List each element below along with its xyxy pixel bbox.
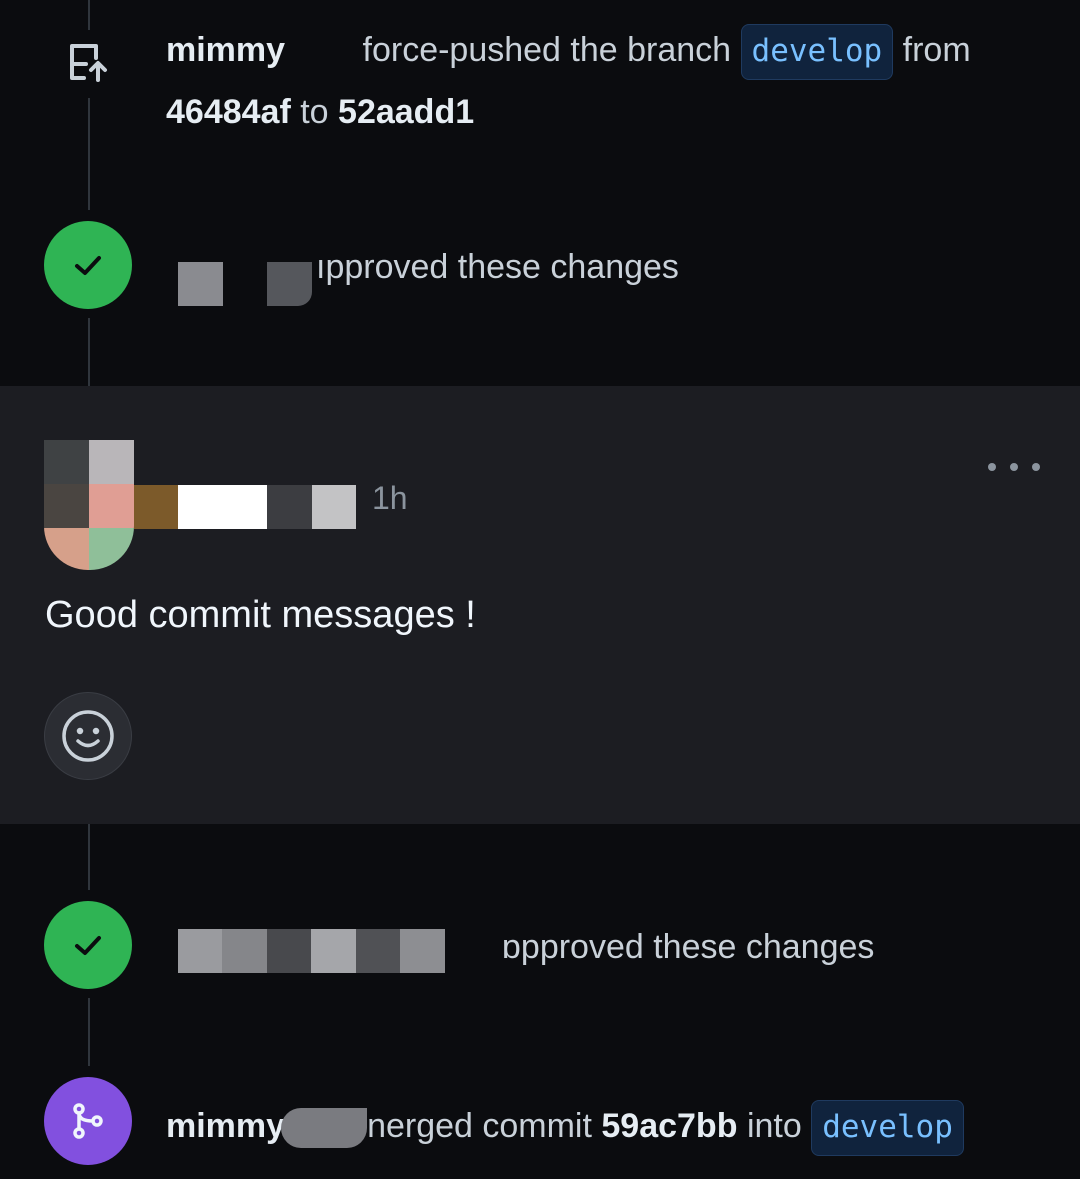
approval-text: ıpproved these changes <box>316 248 679 286</box>
comment-body: Good commit messages ! <box>45 594 476 636</box>
timeline-line <box>88 824 90 890</box>
timeline-line <box>88 318 90 386</box>
redacted-username <box>285 35 354 70</box>
force-push-line-2: 46484af to 52aadd1 <box>166 90 474 134</box>
actor-name[interactable]: mimmy <box>166 1107 285 1145</box>
to-commit-sha[interactable]: 52aadd1 <box>338 93 474 131</box>
timeline-line <box>88 998 90 1066</box>
redacted-reviewer-name <box>178 929 445 973</box>
check-icon <box>44 221 132 309</box>
actor-name[interactable]: mimmy <box>166 31 285 69</box>
branch-pill[interactable]: develop <box>740 24 894 80</box>
redacted-reviewer-name <box>267 262 312 306</box>
force-push-line-1: mimmy force-pushed the branch develop fr… <box>166 24 971 80</box>
merge-line: mimmy nerged commit 59ac7bb into develop <box>166 1100 964 1156</box>
add-reaction-button[interactable] <box>44 692 132 780</box>
from-word: from <box>902 31 971 69</box>
merge-action: nerged commit <box>367 1107 592 1145</box>
smiley-icon <box>60 708 116 764</box>
redacted-username <box>281 1108 368 1149</box>
branch-pill[interactable]: develop <box>811 1100 964 1156</box>
commenter-avatar[interactable] <box>44 440 134 570</box>
git-merge-icon <box>44 1077 132 1165</box>
force-push-action: force-pushed the branch <box>362 31 732 69</box>
into-word: into <box>746 1107 802 1145</box>
kebab-horizontal-icon[interactable] <box>988 452 1040 482</box>
to-word: to <box>300 93 329 131</box>
check-icon <box>44 901 132 989</box>
merge-commit-sha[interactable]: 59ac7bb <box>601 1107 737 1145</box>
comment-timestamp[interactable]: 1h <box>372 480 408 517</box>
repo-push-icon <box>44 18 132 106</box>
redacted-reviewer-name <box>178 262 223 306</box>
from-commit-sha[interactable]: 46484af <box>166 93 291 131</box>
timeline-line <box>88 98 90 210</box>
approval-text: ɒpproved these changes <box>502 928 875 966</box>
